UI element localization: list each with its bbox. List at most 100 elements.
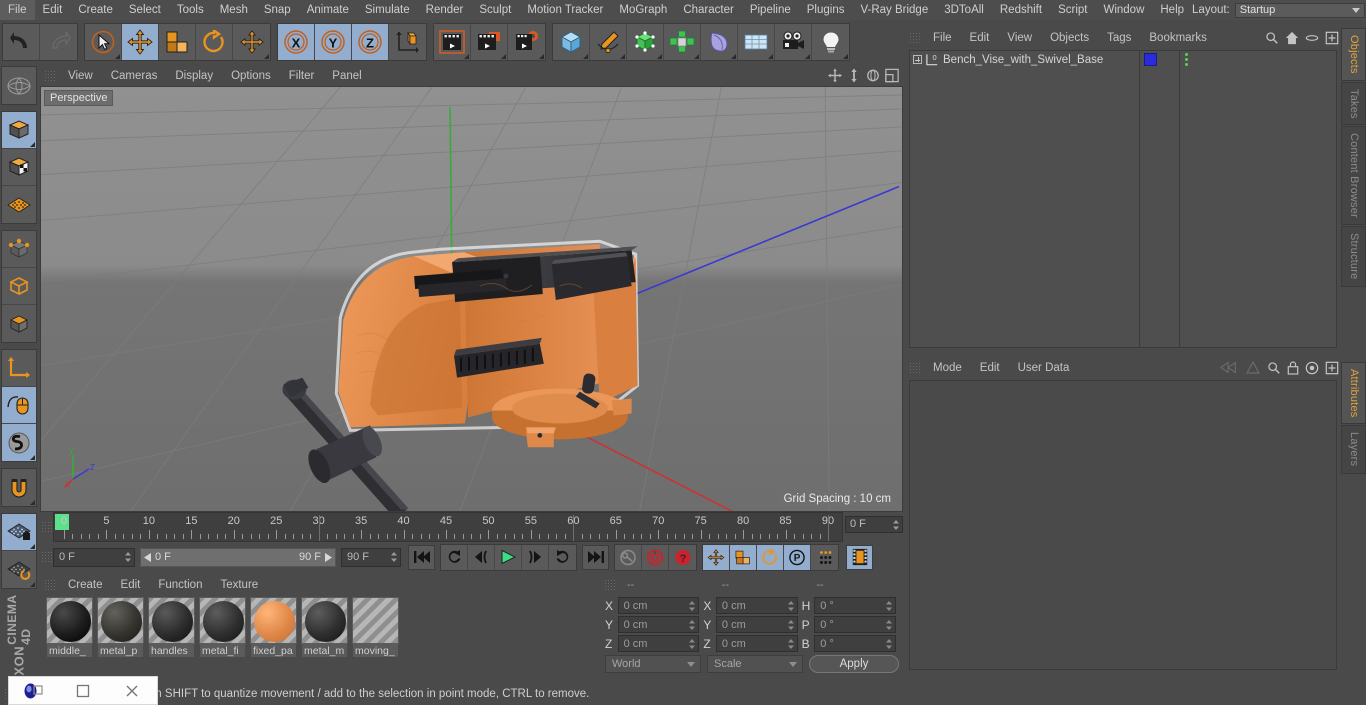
lock-icon[interactable] [1287,360,1299,375]
object-layer-row[interactable] [1140,51,1179,68]
spinner-icon[interactable] [787,601,794,611]
move-tool-button[interactable] [122,24,159,60]
polygons-mode-button[interactable] [2,305,36,342]
object-tree-layer-column[interactable] [1140,51,1180,347]
material-thumbnail[interactable] [301,597,348,644]
undo-button[interactable] [3,24,40,60]
deformer-button[interactable] [701,24,738,60]
viewport-3d[interactable]: Perspective Grid Spacing : 10 cm Y Z X [40,86,903,512]
tab-layers[interactable]: Layers [1341,425,1366,474]
material-thumbnail[interactable] [148,597,195,644]
coord-position-field[interactable]: 0 cm [617,616,700,633]
coord-rotation-field[interactable]: 0 ° [814,635,896,652]
material-thumbnail[interactable] [46,597,93,644]
menu-motion-tracker[interactable]: Motion Tracker [519,0,611,20]
target-icon[interactable] [1305,361,1319,375]
layer-color-swatch[interactable] [1144,53,1157,66]
coord-size-field[interactable]: 0 cm [715,597,798,614]
next-icon[interactable] [1245,360,1261,375]
object-menu-bookmarks[interactable]: Bookmarks [1140,28,1216,48]
material-thumbnail[interactable] [352,597,399,644]
snapping-mouse-button[interactable] [2,387,36,424]
menu-simulate[interactable]: Simulate [357,0,418,20]
spinner-icon[interactable] [689,601,696,611]
menu-snap[interactable]: Snap [256,0,299,20]
rotate-tool-button[interactable] [196,24,233,60]
menu-3dtoall[interactable]: 3DToAll [936,0,992,20]
menu-help[interactable]: Help [1152,0,1192,20]
tab-content-browser[interactable]: Content Browser [1341,126,1366,226]
spinner-icon[interactable] [689,620,696,630]
attribute-gripper-icon[interactable] [909,361,920,375]
coord-rotation-field[interactable]: 0 ° [814,597,896,614]
coordinate-gripper-icon[interactable] [604,578,615,592]
key-pla-button[interactable] [811,544,838,570]
spinner-icon[interactable] [885,639,892,649]
viewport-menu-cameras[interactable]: Cameras [102,66,167,86]
viewport-menu-view[interactable]: View [59,66,102,86]
object-menu-objects[interactable]: Objects [1041,28,1098,48]
material-gripper-icon[interactable] [44,578,55,592]
menu-character[interactable]: Character [675,0,742,20]
edges-mode-button[interactable] [2,268,36,305]
autokeying-button[interactable] [615,544,642,570]
next-frame-button[interactable] [522,544,549,570]
workplane-mode-button[interactable] [2,186,36,223]
rotate-view-icon[interactable] [866,68,880,83]
tab-attributes[interactable]: Attributes [1341,362,1366,425]
key-scale-button[interactable] [730,544,757,570]
camera-button[interactable] [775,24,812,60]
material-thumbnail[interactable] [250,597,297,644]
current-frame-field[interactable]: 0 F [53,547,135,567]
subdivision-surface-button[interactable] [627,24,664,60]
close-window-button[interactable] [115,676,149,705]
spinner-icon[interactable] [391,551,397,562]
panel-gripper-icon[interactable] [44,69,55,83]
key-position-button[interactable] [703,544,730,570]
viewport-menu-filter[interactable]: Filter [280,66,324,86]
menu-plugins[interactable]: Plugins [799,0,853,20]
coord-system-dropdown[interactable]: World [605,655,701,673]
object-tree[interactable]: 0 Bench_Vise_with_Swivel_Base [909,50,1337,348]
menu-pipeline[interactable]: Pipeline [742,0,799,20]
layout-dropdown[interactable]: Startup [1234,2,1365,18]
search-icon[interactable] [1267,361,1281,375]
spinner-icon[interactable] [787,620,794,630]
dolly-icon[interactable] [847,68,861,83]
viewport-menu-display[interactable]: Display [166,66,222,86]
material-item[interactable]: metal_fi [199,597,246,658]
restore-window-button[interactable] [66,676,100,705]
tab-structure[interactable]: Structure [1341,226,1366,287]
material-thumbnail[interactable] [97,597,144,644]
live-selection-button[interactable] [85,24,122,60]
redo-button[interactable] [40,24,77,60]
c4d-app-button[interactable] [17,676,51,705]
attribute-body[interactable] [909,380,1337,670]
home-icon[interactable] [1285,31,1299,45]
key-parameter-button[interactable]: P [784,544,811,570]
material-item[interactable]: moving_ [352,597,399,658]
spinner-icon[interactable] [893,520,899,530]
menu-script[interactable]: Script [1050,0,1095,20]
soft-selection-button[interactable] [2,424,36,461]
object-row-bench-vise[interactable]: 0 Bench_Vise_with_Swivel_Base [910,51,1139,68]
render-settings-button[interactable] [508,24,545,60]
menu-create[interactable]: Create [70,0,121,20]
pen-spline-button[interactable] [590,24,627,60]
maximize-view-icon[interactable] [885,68,899,83]
timeline-mode-button[interactable] [846,544,873,570]
object-tag-row[interactable] [1180,51,1220,68]
end-frame-field[interactable]: 90 F [341,547,401,567]
model-mode-button[interactable] [2,112,36,149]
prev-frame-button[interactable] [468,544,495,570]
pan-icon[interactable] [828,68,842,83]
scale-tool-button[interactable] [159,24,196,60]
light-button[interactable] [812,24,849,60]
scene-floor-button[interactable] [738,24,775,60]
prev-key-button[interactable] [441,544,468,570]
mograph-cloner-button[interactable] [664,24,701,60]
render-picture-viewer-button[interactable] [471,24,508,60]
uv-globe-button[interactable] [2,67,36,104]
tab-takes[interactable]: Takes [1341,81,1366,126]
expand-plus-icon[interactable] [913,55,922,64]
